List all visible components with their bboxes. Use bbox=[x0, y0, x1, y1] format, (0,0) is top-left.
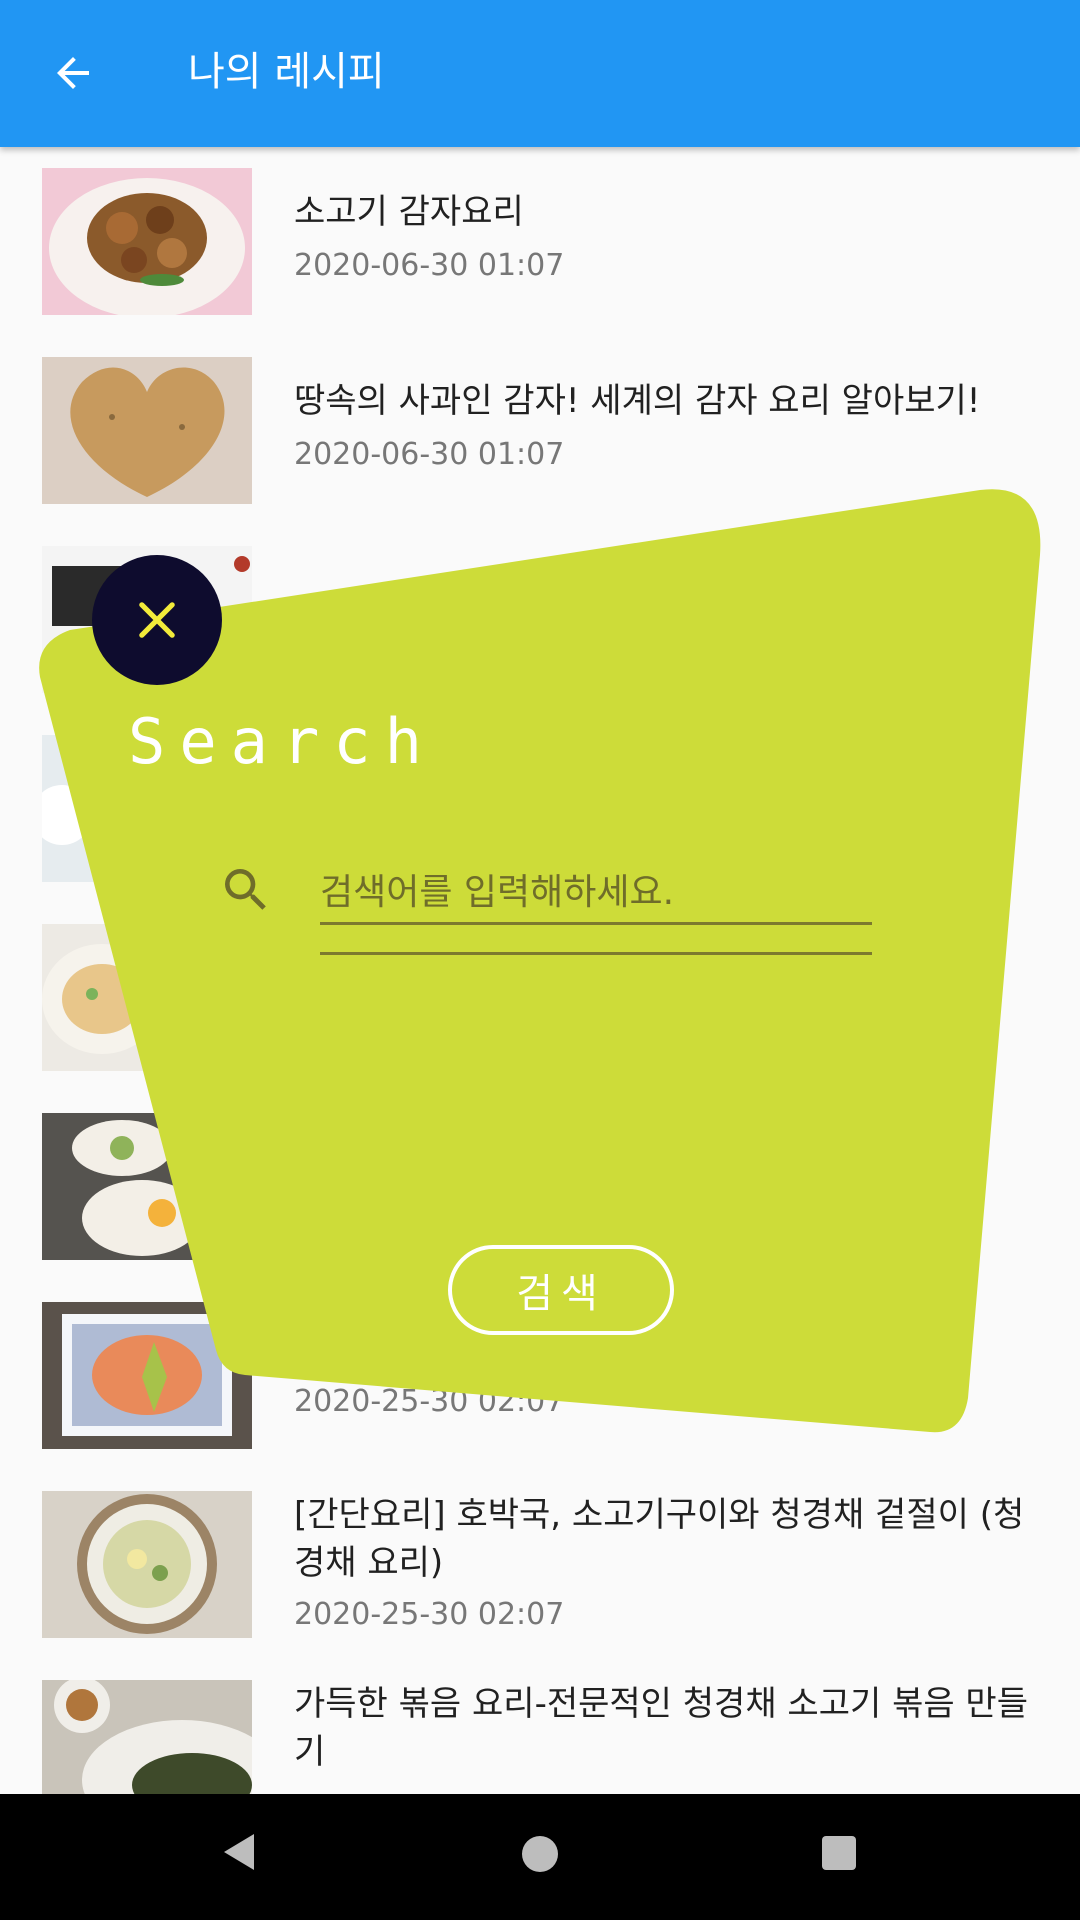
recipe-date: 2020-25-30 02:07 bbox=[294, 1597, 565, 1632]
search-input-underline bbox=[320, 952, 872, 955]
page-title: 나의 레시피 bbox=[188, 49, 385, 95]
list-item[interactable]: 땅속의 사과인 감자! 세계의 감자 요리 알아보기! 2020-06-30 0… bbox=[0, 357, 1080, 504]
nav-recents-button[interactable] bbox=[822, 1836, 856, 1870]
recipe-title: [간단요리] 호박국, 소고기구이와 청경채 겉절이 (청경채 요리) bbox=[294, 1495, 1025, 1583]
triangle-back-icon bbox=[224, 1834, 254, 1870]
system-nav-bar bbox=[0, 1794, 1080, 1920]
nav-home-button[interactable] bbox=[522, 1836, 558, 1872]
close-button[interactable] bbox=[92, 555, 222, 685]
search-icon bbox=[218, 862, 274, 918]
recipe-title: 소고기 감자요리 bbox=[294, 192, 524, 232]
recipe-thumbnail bbox=[42, 1302, 252, 1449]
recipe-thumbnail bbox=[42, 1491, 252, 1638]
recipe-title: 땅속의 사과인 감자! 세계의 감자 요리 알아보기! bbox=[294, 381, 981, 421]
app-bar: 나의 레시피 bbox=[0, 0, 1080, 147]
arrow-left-icon bbox=[57, 57, 89, 89]
search-submit-button[interactable]: 검색 bbox=[448, 1245, 674, 1335]
nav-back-button[interactable] bbox=[222, 1832, 256, 1876]
list-item[interactable]: [간단요리] 호박국, 소고기구이와 청경채 겉절이 (청경채 요리) 2020… bbox=[0, 1491, 1080, 1638]
recipe-thumbnail bbox=[42, 924, 252, 1071]
recipe-date: 2020-06-30 01:07 bbox=[294, 248, 565, 283]
list-item[interactable]: 소고기 감자요리 2020-06-30 01:07 bbox=[0, 168, 1080, 315]
recipe-title: 가득한 볶음 요리-전문적인 청경채 소고기 볶음 만들기 bbox=[294, 1684, 1028, 1772]
recipe-thumbnail bbox=[42, 1113, 252, 1260]
list-item[interactable]: 가득한 볶음 요리-전문적인 청경채 소고기 볶음 만들기 bbox=[0, 1680, 1080, 1794]
list-item[interactable] bbox=[0, 924, 1080, 1071]
recipe-thumbnail bbox=[42, 357, 252, 504]
back-button[interactable] bbox=[40, 40, 106, 106]
recipe-thumbnail bbox=[42, 168, 252, 315]
recipe-list: 소고기 감자요리 2020-06-30 01:07 땅속의 사과인 감자! 세계… bbox=[0, 147, 1080, 1794]
recipe-date: 2020-06-30 01:07 bbox=[294, 437, 565, 472]
close-icon bbox=[139, 602, 175, 638]
recipe-thumbnail bbox=[42, 1680, 252, 1794]
dialog-title: Search bbox=[128, 705, 436, 778]
list-item[interactable] bbox=[0, 1113, 1080, 1260]
recipe-date: 2020-25-30 02:07 bbox=[294, 1384, 565, 1419]
search-input[interactable] bbox=[320, 862, 872, 925]
